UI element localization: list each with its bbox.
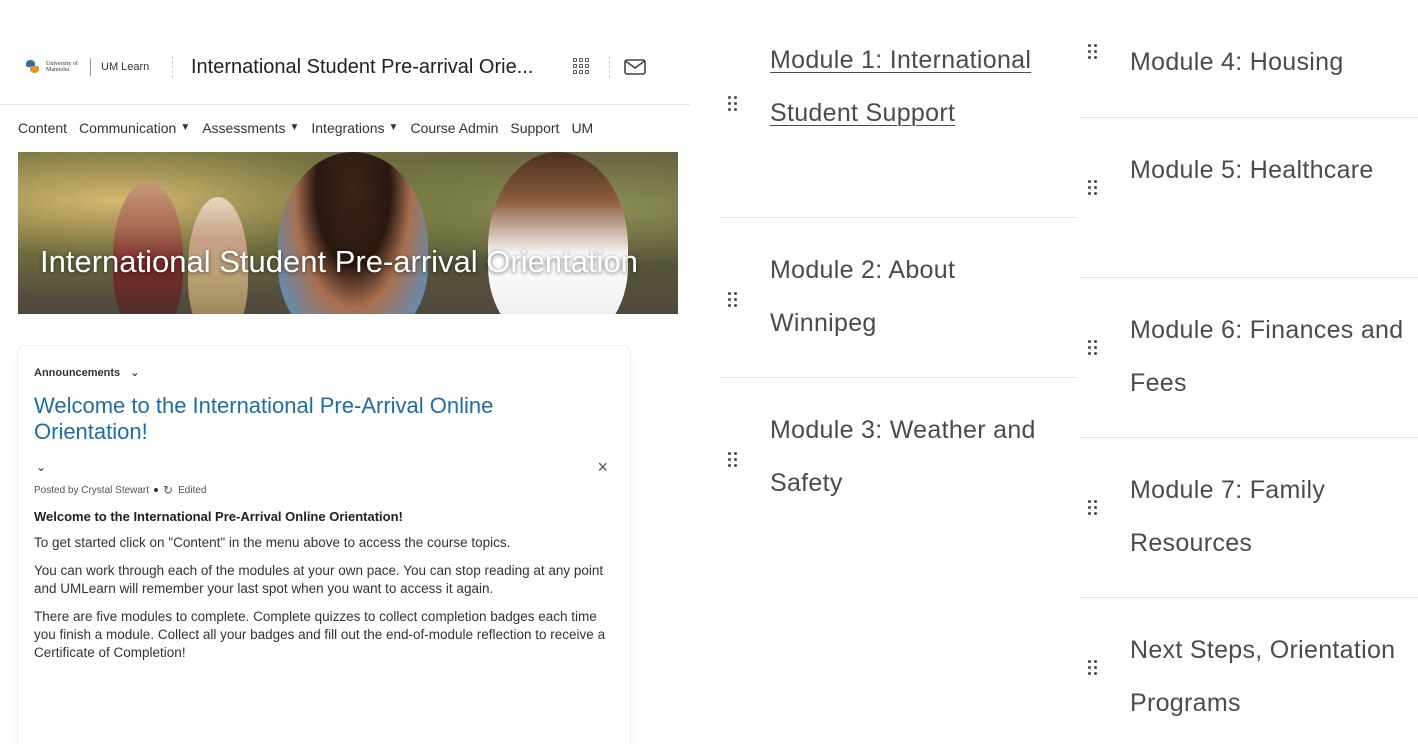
chevron-down-icon: ▼ — [388, 122, 399, 133]
module-label[interactable]: Module 7: Family Resources — [1130, 464, 1400, 570]
drag-handle-icon[interactable] — [1088, 660, 1098, 676]
announcements-header-label: Announcements — [34, 366, 121, 379]
module-item[interactable]: Next Steps, Orientation Programs — [1080, 598, 1418, 744]
nav-content-label: Content — [18, 119, 68, 136]
announcement-controls: ⌄ × — [34, 453, 614, 481]
course-homepage-panel: University of Manitoba UM Learn Internat… — [0, 0, 690, 744]
mail-icon[interactable] — [624, 59, 646, 75]
announcement-title[interactable]: Welcome to the International Pre-Arrival… — [34, 393, 574, 445]
logo-divider — [90, 58, 91, 76]
logo-university-text: University of Manitoba — [46, 61, 78, 73]
bison-logo-icon — [26, 60, 40, 74]
chevron-down-icon[interactable]: ⌄ — [130, 366, 139, 379]
drag-handle-icon[interactable] — [1088, 500, 1098, 516]
module-item[interactable]: Module 1: International Student Support — [720, 0, 1076, 218]
nav-course-admin-label: Course Admin — [410, 119, 499, 136]
module-label[interactable]: Module 6: Finances and Fees — [1130, 304, 1418, 410]
course-navbar: Content Communication ▼ Assessments ▼ In… — [0, 104, 690, 150]
chevron-down-icon: ▼ — [180, 122, 191, 133]
nav-content[interactable]: Content — [18, 120, 67, 136]
edited-label: Edited — [178, 484, 207, 496]
module-item[interactable]: Module 5: Healthcare — [1080, 118, 1418, 278]
drag-handle-icon[interactable] — [728, 452, 738, 468]
nav-um-label: UM — [571, 119, 594, 136]
chevron-down-icon: ▼ — [289, 122, 300, 133]
header-divider — [172, 56, 173, 78]
course-banner-image: International Student Pre-arrival Orient… — [18, 152, 678, 314]
nav-communication-label: Communication — [79, 119, 177, 136]
module-item[interactable]: Module 7: Family Resources — [1080, 438, 1418, 598]
nav-integrations[interactable]: Integrations ▼ — [311, 120, 398, 136]
module-item[interactable]: Module 6: Finances and Fees — [1080, 278, 1418, 438]
nav-communication[interactable]: Communication ▼ — [79, 120, 190, 136]
module-label[interactable]: Module 4: Housing — [1130, 36, 1418, 89]
collapse-chevron-icon[interactable]: ⌄ — [36, 460, 46, 474]
announcement-paragraph: There are five modules to complete. Comp… — [34, 609, 606, 660]
module-label[interactable]: Module 2: About Winnipeg — [770, 244, 1020, 350]
drag-handle-icon[interactable] — [1088, 180, 1098, 196]
drag-handle-icon[interactable] — [728, 96, 738, 112]
module-list-panel: Module 1: International Student Support … — [690, 0, 1418, 744]
announcement-paragraph: You can work through each of the modules… — [34, 563, 604, 596]
module-label[interactable]: Module 3: Weather and Safety — [770, 404, 1040, 510]
module-item[interactable]: Module 3: Weather and Safety — [720, 378, 1076, 528]
close-icon[interactable]: × — [597, 457, 608, 478]
announcements-widget: Announcements ⌄ Welcome to the Internati… — [18, 346, 630, 744]
drag-handle-icon[interactable] — [1088, 44, 1098, 60]
drag-handle-icon[interactable] — [1088, 340, 1098, 356]
banner-title: International Student Pre-arrival Orient… — [40, 244, 638, 279]
logo-app-name: UM Learn — [101, 61, 150, 73]
top-header: University of Manitoba UM Learn Internat… — [18, 40, 678, 94]
announcements-header[interactable]: Announcements ⌄ — [34, 366, 614, 380]
nav-integrations-label: Integrations — [311, 119, 385, 136]
course-title[interactable]: International Student Pre-arrival Orie..… — [191, 56, 551, 79]
posted-by-text: Posted by Crystal Stewart — [34, 484, 150, 496]
module-label[interactable]: Module 5: Healthcare — [1130, 144, 1380, 197]
module-column-2: Module 4: Housing Module 5: Healthcare M… — [1080, 0, 1418, 744]
university-logo[interactable]: University of Manitoba UM Learn — [18, 58, 158, 76]
posted-by-line: Posted by Crystal Stewart ↻ Edited — [34, 483, 614, 497]
nav-course-admin[interactable]: Course Admin — [410, 120, 498, 136]
banner-student-figure — [278, 152, 428, 314]
module-link[interactable]: Module 1: International Student Support — [770, 34, 1060, 140]
module-item[interactable]: Module 2: About Winnipeg — [720, 218, 1076, 378]
module-label[interactable]: Next Steps, Orientation Programs — [1130, 624, 1418, 730]
announcement-body-title: Welcome to the International Pre-Arrival… — [34, 509, 403, 524]
waffle-grid-icon[interactable] — [573, 58, 591, 76]
history-icon: ↻ — [163, 483, 174, 497]
nav-support[interactable]: Support — [510, 120, 559, 136]
banner-student-figure — [488, 152, 628, 314]
nav-assessments-label: Assessments — [202, 119, 286, 136]
nav-support-label: Support — [510, 119, 560, 136]
separator-dot — [154, 488, 159, 492]
nav-assessments[interactable]: Assessments ▼ — [202, 120, 299, 136]
icon-divider — [609, 56, 610, 78]
announcement-paragraph: To get started click on "Content" in the… — [34, 535, 511, 550]
module-item[interactable]: Module 4: Housing — [1080, 0, 1418, 118]
drag-handle-icon[interactable] — [728, 292, 738, 308]
module-column-1: Module 1: International Student Support … — [720, 0, 1076, 528]
nav-um[interactable]: UM — [571, 120, 593, 136]
